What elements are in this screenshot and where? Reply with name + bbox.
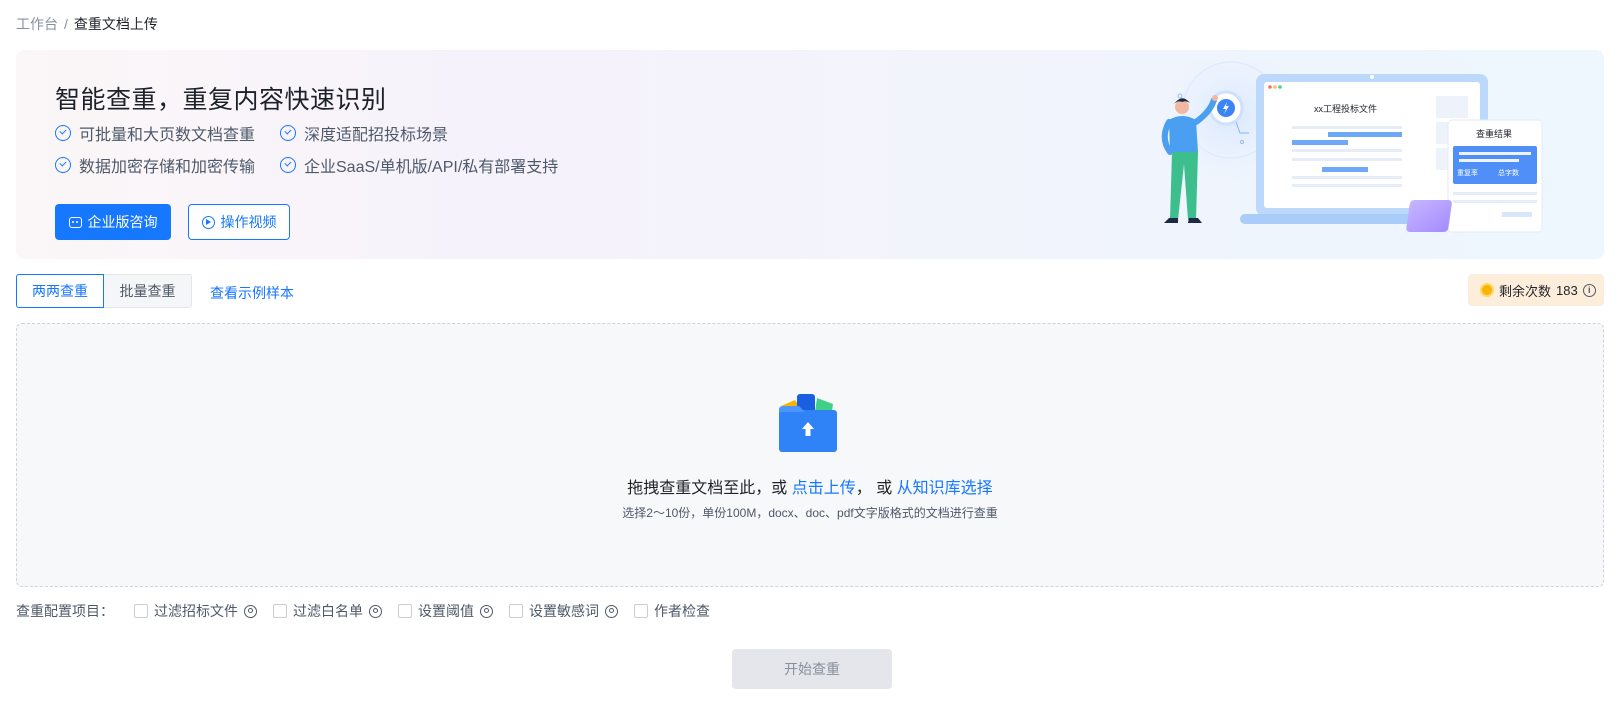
- option-filter-tender-file[interactable]: 过滤招标文件: [134, 601, 257, 621]
- gear-icon[interactable]: [369, 604, 382, 618]
- dropzone-hint: 选择2～10份，单份100M，docx、doc、pdf文字版格式的文档进行查重: [622, 506, 998, 520]
- enterprise-consult-button[interactable]: 企业版咨询: [55, 204, 171, 240]
- feature-label: 可批量和大页数文档查重: [79, 127, 256, 144]
- enterprise-consult-label: 企业版咨询: [87, 214, 158, 230]
- illustration-result-title: 查重结果: [1476, 128, 1512, 139]
- check-config-options: 查重配置项目： 过滤招标文件 过滤白名单 设置阈值 设置敏感词 作者检查: [16, 601, 726, 621]
- gear-icon[interactable]: [605, 604, 618, 618]
- breadcrumb-separator: /: [64, 16, 68, 32]
- feature-item: 可批量和大页数文档查重: [55, 124, 280, 144]
- feature-label: 深度适配招投标场景: [304, 127, 449, 144]
- knowledge-base-select-link[interactable]: 从知识库选择: [897, 480, 993, 497]
- illustration-result-rate: 重复率: [1457, 168, 1478, 177]
- checkbox[interactable]: [634, 604, 648, 618]
- gear-icon[interactable]: [480, 604, 493, 618]
- option-label: 过滤招标文件: [154, 603, 238, 619]
- checkbox[interactable]: [509, 604, 523, 618]
- option-label: 设置敏感词: [529, 603, 599, 619]
- promo-banner: 智能查重，重复内容快速识别 可批量和大页数文档查重 深度适配招投标场景 数据加密…: [16, 50, 1604, 259]
- checkbox[interactable]: [134, 604, 148, 618]
- breadcrumb-current: 查重文档上传: [73, 16, 158, 32]
- tab-pairwise-check[interactable]: 两两查重: [16, 274, 104, 308]
- play-icon: [201, 215, 215, 229]
- operation-video-label: 操作视频: [220, 214, 277, 230]
- check-circle-icon: [55, 125, 71, 141]
- quota-label: 剩余次数: [1499, 283, 1552, 299]
- view-sample-link[interactable]: 查看示例样本: [210, 283, 294, 303]
- illustration-result-words: 总字数: [1498, 168, 1519, 177]
- option-filter-whitelist[interactable]: 过滤白名单: [273, 601, 382, 621]
- checkbox[interactable]: [273, 604, 287, 618]
- feature-item: 数据加密存储和加密传输: [55, 156, 280, 176]
- banner-illustration: xx工程投标文件 查重结果 重复率 总字数: [1161, 60, 1543, 233]
- feature-label: 企业SaaS/单机版/API/私有部署支持: [304, 159, 559, 176]
- option-set-threshold[interactable]: 设置阈值: [398, 601, 493, 621]
- remaining-quota-badge: 剩余次数 183 i: [1468, 274, 1604, 306]
- feature-item: 企业SaaS/单机版/API/私有部署支持: [280, 156, 559, 176]
- quota-count: 183: [1556, 282, 1578, 298]
- check-circle-icon: [280, 157, 296, 173]
- dropzone-prefix: 拖拽查重文档至此，或: [627, 480, 792, 497]
- coin-icon: [1480, 283, 1494, 297]
- option-label: 作者检查: [654, 603, 710, 619]
- breadcrumb: 工作台 / 查重文档上传: [16, 14, 158, 34]
- check-circle-icon: [55, 157, 71, 173]
- chat-icon: [68, 216, 82, 228]
- check-circle-icon: [280, 125, 296, 141]
- feature-item: 深度适配招投标场景: [280, 124, 558, 144]
- upload-folder-icon: [779, 394, 837, 452]
- option-set-sensitive-words[interactable]: 设置敏感词: [509, 601, 618, 621]
- tab-batch-check[interactable]: 批量查重: [104, 274, 192, 308]
- checkbox[interactable]: [398, 604, 412, 618]
- operation-video-button[interactable]: 操作视频: [188, 204, 290, 240]
- check-mode-tabs: 两两查重 批量查重: [16, 274, 192, 308]
- dropzone-instruction: 拖拽查重文档至此，或 点击上传， 或 从知识库选择: [17, 474, 1603, 498]
- feature-label: 数据加密存储和加密传输: [79, 159, 256, 176]
- gear-icon[interactable]: [244, 604, 257, 618]
- file-dropzone[interactable]: 拖拽查重文档至此，或 点击上传， 或 从知识库选择 选择2～10份，单份100M…: [16, 323, 1604, 587]
- option-author-check[interactable]: 作者检查: [634, 601, 710, 621]
- feature-list: 可批量和大页数文档查重 深度适配招投标场景 数据加密存储和加密传输 企业SaaS…: [55, 124, 559, 176]
- start-check-button[interactable]: 开始查重: [732, 649, 892, 689]
- click-upload-link[interactable]: 点击上传: [792, 480, 856, 497]
- option-label: 过滤白名单: [293, 603, 363, 619]
- dropzone-middle: ， 或: [855, 480, 897, 497]
- info-icon[interactable]: i: [1582, 283, 1596, 297]
- banner-title: 智能查重，重复内容快速识别: [55, 86, 387, 114]
- config-label: 查重配置项目：: [16, 603, 114, 619]
- illustration-doc-title: xx工程投标文件: [1314, 103, 1377, 114]
- option-label: 设置阈值: [418, 603, 474, 619]
- breadcrumb-workbench-link[interactable]: 工作台: [16, 14, 58, 34]
